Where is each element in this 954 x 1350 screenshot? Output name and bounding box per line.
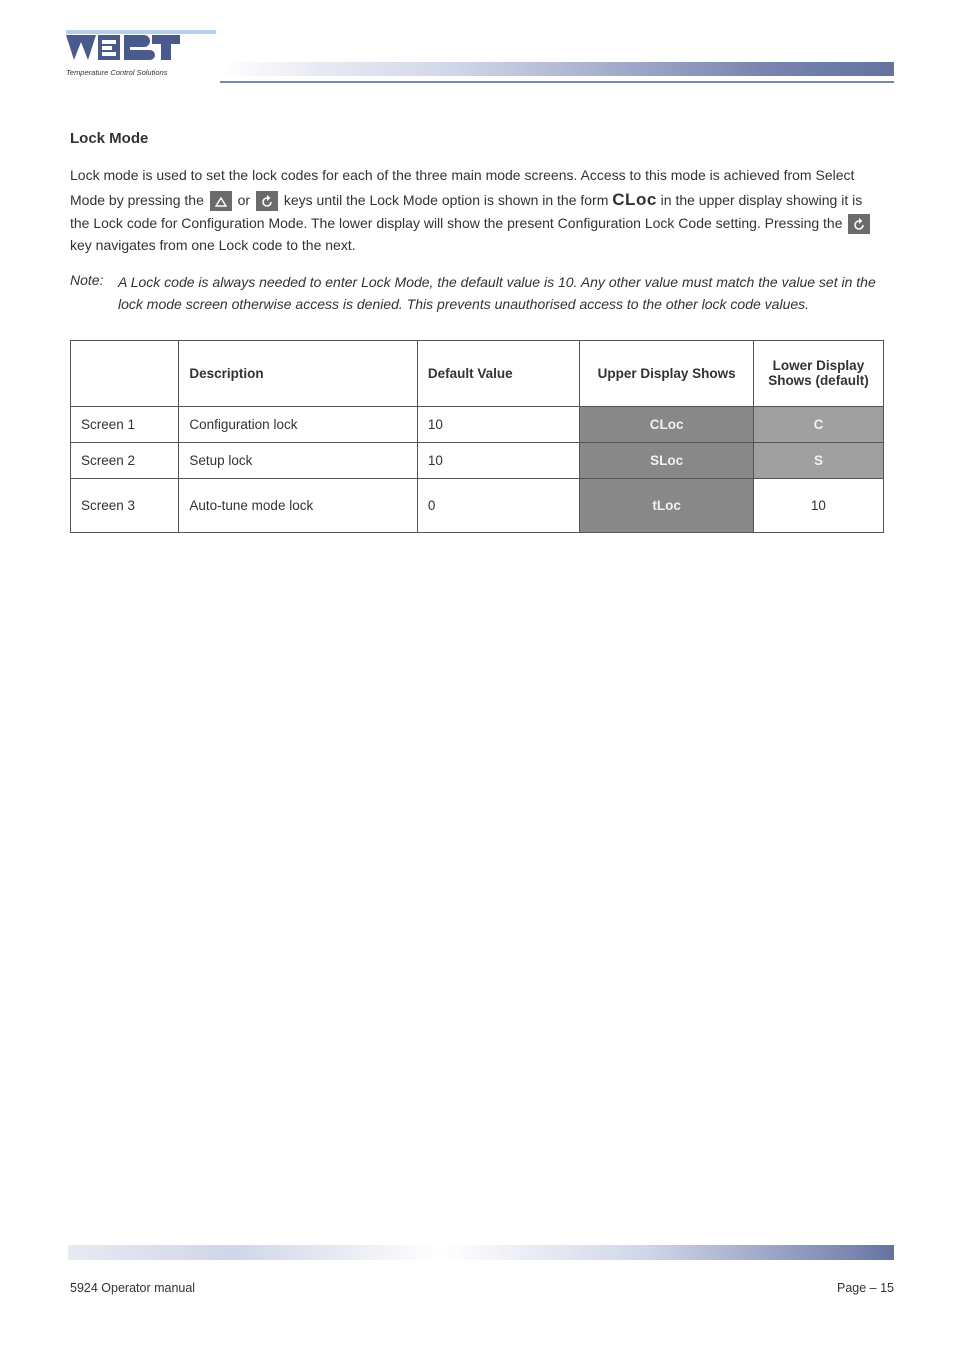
row1-desc: Configuration lock [179,406,417,442]
row2-lower-lcd: S [753,442,883,478]
row3-upper-lcd: tLoc [580,478,753,532]
row1-lower-lcd: C [753,406,883,442]
logo-svg: Temperature Control Solutions [66,30,216,85]
header-gradient-bar [220,62,894,76]
lock-code-table: Description Default Value Upper Display … [70,340,884,533]
cycle-key-icon [256,191,278,211]
footer-dash: – [870,1281,877,1295]
note-label: Note: [70,272,118,315]
footer-page-post: 15 [877,1281,894,1295]
row3-lower: 10 [753,478,883,532]
logo: Temperature Control Solutions [66,30,216,85]
lcd-inline-cloc: CLoc [612,190,657,209]
footer-right: Page – 15 [837,1281,894,1295]
section-title: Lock Mode [70,130,884,147]
p1-tail2: key navigates from one Lock code to the … [70,237,356,253]
cycle-key-icon-2 [848,214,870,234]
intro-paragraph: Lock mode is used to set the lock codes … [70,165,884,256]
row1-upper-lcd: CLoc [580,406,753,442]
row3-default: 0 [417,478,580,532]
th-default: Default Value [417,340,580,406]
row3-label: Screen 3 [71,478,179,532]
logo-tagline: Temperature Control Solutions [66,68,168,77]
footer-gradient-bar [68,1245,894,1260]
table-header-row: Description Default Value Upper Display … [71,340,884,406]
main-content: Lock Mode Lock mode is used to set the l… [0,90,954,533]
row1-default: 10 [417,406,580,442]
footer: 5924 Operator manual Page – 15 [0,1281,894,1295]
footer-page-pre: Page [837,1281,870,1295]
th-lower-display: Lower Display Shows (default) [753,340,883,406]
th-blank [71,340,179,406]
table-row: Screen 1 Configuration lock 10 CLoc C [71,406,884,442]
row2-label: Screen 2 [71,442,179,478]
p1-mid: or [238,192,254,208]
table-row: Screen 2 Setup lock 10 SLoc S [71,442,884,478]
table-row: Screen 3 Auto-tune mode lock 0 tLoc 10 [71,478,884,532]
note-body: A Lock code is always needed to enter Lo… [118,272,884,315]
p1-after-keys: keys until the Lock Mode option is shown… [284,192,612,208]
row2-desc: Setup lock [179,442,417,478]
th-description: Description [179,340,417,406]
th-upper-display: Upper Display Shows [580,340,753,406]
up-arrow-key-icon [210,191,232,211]
footer-left: 5924 Operator manual [70,1281,195,1295]
header: Temperature Control Solutions [0,0,954,90]
row2-default: 10 [417,442,580,478]
row3-desc: Auto-tune mode lock [179,478,417,532]
row1-label: Screen 1 [71,406,179,442]
row2-upper-lcd: SLoc [580,442,753,478]
header-underline [220,81,894,83]
note-block: Note: A Lock code is always needed to en… [70,272,884,315]
